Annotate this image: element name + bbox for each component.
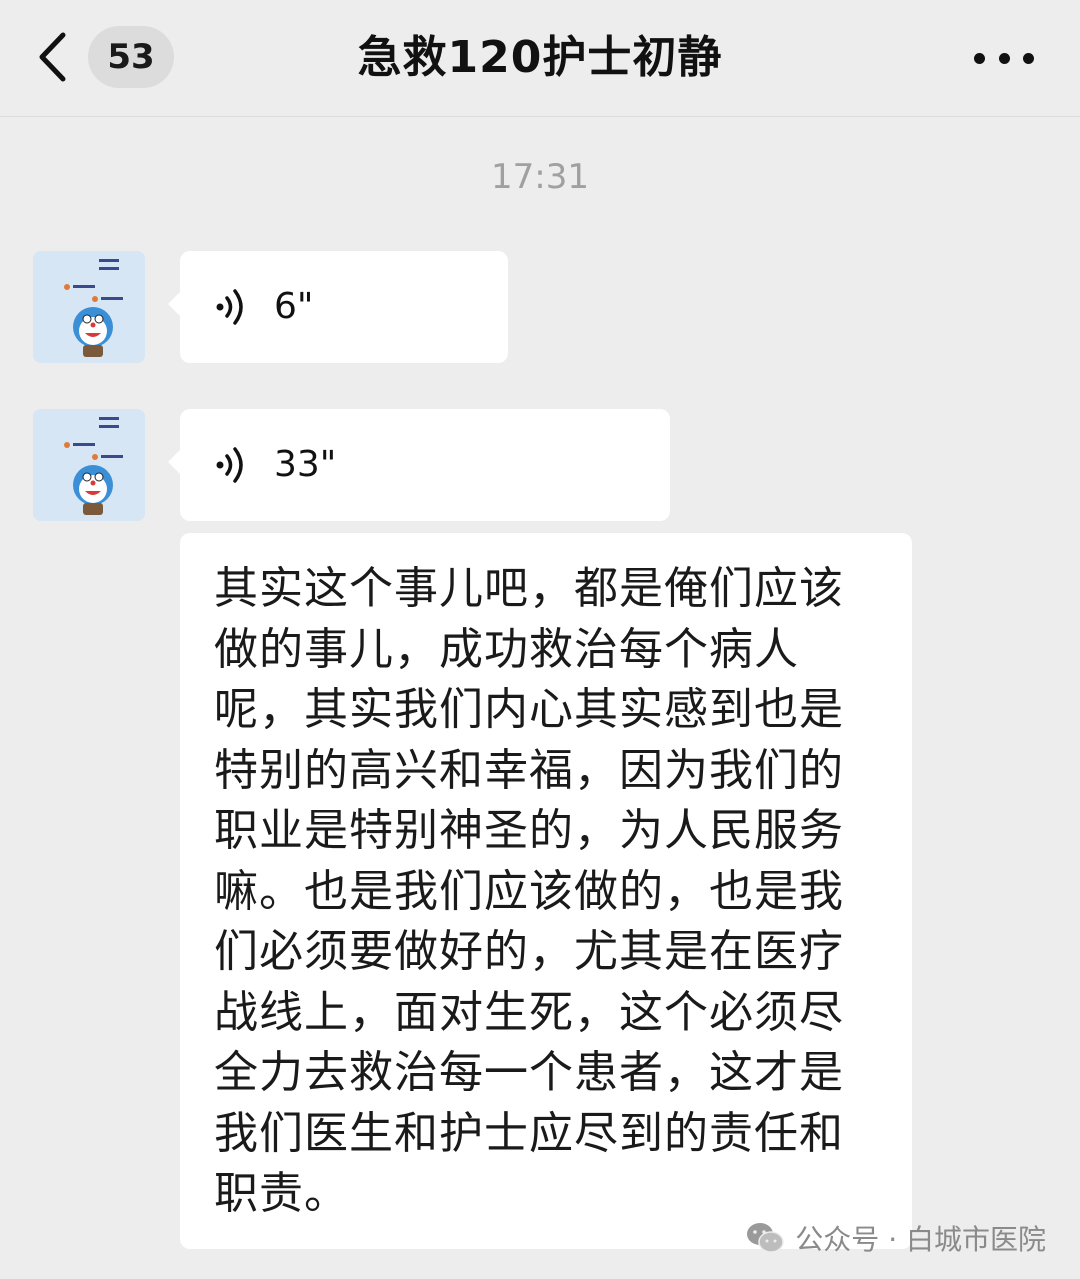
contact-avatar[interactable] <box>33 409 145 521</box>
watermark: 公众号 · 白城市医院 <box>745 1218 1046 1258</box>
bubble-tail <box>168 449 181 475</box>
unread-count-badge: 53 <box>88 26 174 88</box>
text-message-bubble[interactable]: 其实这个事儿吧，都是俺们应该做的事儿，成功救治每个病人呢，其实我们内心其实感到也… <box>180 533 912 1249</box>
voice-message-bubble[interactable]: 33" <box>168 409 670 521</box>
voice-duration: 6" <box>274 286 314 327</box>
more-options-button[interactable] <box>974 36 1034 80</box>
watermark-text: 公众号 · 白城市医院 <box>795 1223 1046 1256</box>
bubble-tail <box>168 291 181 317</box>
message-text: 其实这个事儿吧，都是俺们应该做的事儿，成功救治每个病人呢，其实我们内心其实感到也… <box>214 563 844 1219</box>
chevron-left-icon <box>30 27 74 87</box>
voice-wave-icon <box>214 287 254 327</box>
more-dot <box>998 52 1010 64</box>
voice-duration: 33" <box>274 444 337 485</box>
more-dots-icon <box>974 52 985 64</box>
back-button[interactable]: 53 <box>30 22 180 92</box>
contact-avatar[interactable] <box>33 251 145 363</box>
message-timestamp: 17:31 <box>491 157 589 197</box>
doraemon-avatar-icon <box>33 251 145 363</box>
more-dot <box>1023 52 1034 64</box>
chat-header: 53 急救120护士初静 <box>0 0 1080 117</box>
doraemon-avatar-icon <box>33 409 145 521</box>
chat-title: 急救120护士初静 <box>357 32 723 83</box>
voice-wave-icon <box>214 445 254 485</box>
wechat-icon <box>745 1221 785 1255</box>
voice-message-bubble[interactable]: 6" <box>168 251 508 363</box>
